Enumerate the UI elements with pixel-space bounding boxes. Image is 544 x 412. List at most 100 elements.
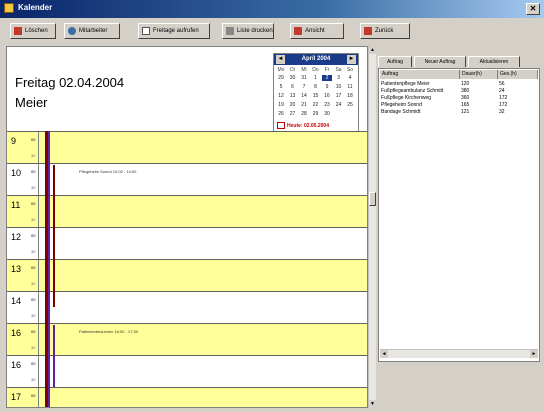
hour-row[interactable]: 10 00 30 bbox=[7, 163, 367, 195]
order-row[interactable]: Fußpflegeambulanz Schmitt 380 24 bbox=[381, 88, 537, 94]
calendar-day[interactable]: 11 bbox=[345, 84, 355, 90]
delete-icon bbox=[14, 27, 22, 35]
order-list-hscrollbar[interactable]: ◄ ► bbox=[380, 349, 538, 358]
day-view: Freitag 02.04.2004 Meier April 2004 ◄ ► … bbox=[6, 46, 368, 408]
view-button[interactable]: Ansicht bbox=[290, 23, 344, 39]
app-icon bbox=[4, 3, 14, 13]
employee-availability-bar[interactable] bbox=[48, 131, 50, 407]
calendar-day[interactable]: 21 bbox=[299, 102, 309, 108]
employee-button[interactable]: Mitarbeiter bbox=[64, 23, 120, 39]
calendar-day[interactable]: 9 bbox=[322, 84, 332, 90]
day-view-scrollbar[interactable]: ▲ ▼ bbox=[368, 46, 376, 408]
calendar-day[interactable]: 7 bbox=[299, 84, 309, 90]
calendar-day[interactable]: 25 bbox=[345, 102, 355, 108]
calendar-day[interactable]: 28 bbox=[299, 111, 309, 117]
order-total: 32 bbox=[499, 109, 505, 115]
order-list-header: Auftrag Dauer(h) Ges.(h) bbox=[380, 70, 538, 79]
calendar-day[interactable]: 4 bbox=[345, 75, 355, 81]
hour-minutes: 00 bbox=[31, 265, 36, 270]
back-button-label: Zurück bbox=[375, 28, 394, 34]
calendar-day[interactable]: 26 bbox=[276, 111, 286, 117]
order-total: 172 bbox=[499, 102, 508, 108]
hour-cell[interactable] bbox=[39, 196, 367, 227]
appointment-label[interactable]: Patientenbesuchen 16:00 - 17:30 bbox=[79, 329, 138, 334]
tab-refresh[interactable]: Aktualisieren bbox=[468, 56, 520, 67]
hour-number: 17 bbox=[11, 392, 22, 402]
hour-cell[interactable] bbox=[39, 292, 367, 323]
hour-cell[interactable] bbox=[39, 260, 367, 291]
calendar-day[interactable]: 2 bbox=[322, 75, 332, 81]
calendar-day[interactable]: 20 bbox=[288, 102, 298, 108]
hour-row[interactable]: 12 00 30 bbox=[7, 227, 367, 259]
calendar-day[interactable]: 10 bbox=[334, 84, 344, 90]
calendar-day[interactable]: 1 bbox=[311, 75, 321, 81]
calendar-day[interactable]: 14 bbox=[299, 93, 309, 99]
hour-row[interactable]: 14 00 30 bbox=[7, 291, 367, 323]
calendar-next-button[interactable]: ► bbox=[347, 55, 356, 64]
appointment-bar[interactable] bbox=[53, 165, 55, 307]
scroll-right-icon[interactable]: ► bbox=[530, 350, 538, 358]
calendar-day[interactable]: 6 bbox=[288, 84, 298, 90]
calendar-day[interactable]: 19 bbox=[276, 102, 286, 108]
half-hour-minutes: 30 bbox=[31, 217, 36, 222]
order-total: 24 bbox=[499, 88, 505, 94]
delete-button[interactable]: Löschen bbox=[10, 23, 56, 39]
calendar-day[interactable]: 30 bbox=[288, 75, 298, 81]
calendar-day[interactable]: 12 bbox=[276, 93, 286, 99]
column-duration[interactable]: Dauer(h) bbox=[460, 70, 498, 79]
delete-button-label: Löschen bbox=[25, 28, 48, 34]
hour-row[interactable]: 16 00 30 bbox=[7, 355, 367, 387]
employee-name: Meier bbox=[15, 95, 48, 110]
order-row[interactable]: Pflegeheim Sonnd 165 172 bbox=[381, 102, 537, 108]
calendar-day[interactable]: 8 bbox=[311, 84, 321, 90]
free-days-button[interactable]: Freitage aufrufen bbox=[138, 23, 210, 39]
appointment-bar[interactable] bbox=[53, 325, 55, 387]
hour-grid: 9 00 30 10 00 30 11 00 30 12 00 30 13 00 30 14 00 30 16 00 3… bbox=[7, 131, 367, 407]
calendar-prev-button[interactable]: ◄ bbox=[276, 55, 285, 64]
tab-new-order[interactable]: Neuer Auftrag bbox=[414, 56, 466, 67]
calendar-day[interactable]: 29 bbox=[311, 111, 321, 117]
calendar-day[interactable]: 17 bbox=[334, 93, 344, 99]
today-link[interactable]: Heute: 02.05.2004 bbox=[277, 122, 329, 129]
hour-row[interactable]: 16 00 30 bbox=[7, 323, 367, 355]
scroll-thumb[interactable] bbox=[369, 192, 376, 206]
calendar-day[interactable]: 3 bbox=[334, 75, 344, 81]
calendar-day[interactable]: 15 bbox=[311, 93, 321, 99]
hour-label: 10 00 30 bbox=[7, 164, 39, 195]
hour-row[interactable]: 170030 bbox=[7, 387, 367, 407]
calendar-day[interactable]: 27 bbox=[288, 111, 298, 117]
scroll-down-icon[interactable]: ▼ bbox=[369, 400, 376, 408]
print-list-button[interactable]: Liste drucken bbox=[222, 23, 274, 39]
scroll-left-icon[interactable]: ◄ bbox=[380, 350, 388, 358]
hour-minutes: 00 bbox=[31, 329, 36, 334]
calendar-day[interactable]: 31 bbox=[299, 75, 309, 81]
calendar-day[interactable]: 23 bbox=[322, 102, 332, 108]
calendar-day[interactable]: 13 bbox=[288, 93, 298, 99]
calendar-day[interactable]: 22 bbox=[311, 102, 321, 108]
scroll-up-icon[interactable]: ▲ bbox=[369, 46, 376, 54]
calendar-day[interactable]: 24 bbox=[334, 102, 344, 108]
calendar-day[interactable]: 29 bbox=[276, 75, 286, 81]
order-row[interactable]: Fußpflege Kirchenweg 360 172 bbox=[381, 95, 537, 101]
close-button[interactable]: ✕ bbox=[526, 3, 540, 15]
half-hour-minutes: 30 bbox=[31, 249, 36, 254]
appointment-label[interactable]: Pflegeheim Sonnd 10:00 - 14:00 bbox=[79, 169, 136, 174]
order-row[interactable]: Bandage Schmidt 121 32 bbox=[381, 109, 537, 115]
hour-cell[interactable] bbox=[39, 132, 367, 163]
hour-cell[interactable] bbox=[39, 388, 367, 407]
hour-row[interactable]: 13 00 30 bbox=[7, 259, 367, 291]
hour-row[interactable]: 11 00 30 bbox=[7, 195, 367, 227]
column-total[interactable]: Ges.(h) bbox=[498, 70, 538, 79]
calendar-day[interactable]: 16 bbox=[322, 93, 332, 99]
hour-cell[interactable] bbox=[39, 356, 367, 387]
calendar-day[interactable]: 30 bbox=[322, 111, 332, 117]
column-order[interactable]: Auftrag bbox=[380, 70, 460, 79]
back-button[interactable]: Zurück bbox=[360, 23, 410, 39]
calendar-day[interactable]: 18 bbox=[345, 93, 355, 99]
tab-order[interactable]: Auftrag bbox=[378, 56, 412, 67]
hour-minutes: 00 bbox=[31, 233, 36, 238]
order-row[interactable]: Patientenpflege Meier 120 56 bbox=[381, 81, 537, 87]
calendar-day[interactable]: 5 bbox=[276, 84, 286, 90]
hour-cell[interactable] bbox=[39, 228, 367, 259]
hour-row[interactable]: 9 00 30 bbox=[7, 131, 367, 163]
